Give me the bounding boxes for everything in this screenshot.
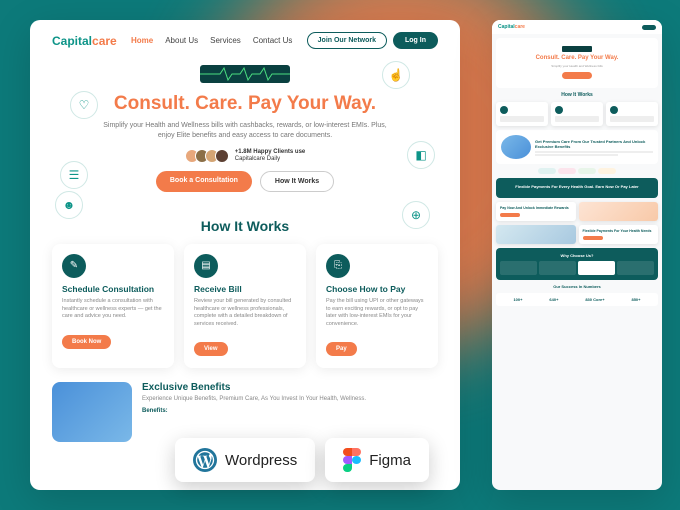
benefits-title: Exclusive Benefits bbox=[142, 382, 366, 393]
pay-button[interactable]: Pay bbox=[326, 342, 357, 356]
main-landing-preview: Capitalcare Home About Us Services Conta… bbox=[30, 20, 460, 490]
figma-icon bbox=[343, 448, 361, 472]
nav-about[interactable]: About Us bbox=[165, 36, 198, 45]
join-network-button[interactable]: Join Our Network bbox=[307, 32, 387, 49]
heartbeat-icon bbox=[562, 46, 592, 52]
user-icon: ☻ bbox=[55, 191, 83, 219]
figma-label: Figma bbox=[369, 452, 411, 469]
wordpress-label: Wordpress bbox=[225, 452, 297, 469]
success-title: Our Success In Numbers bbox=[495, 284, 659, 289]
login-button[interactable] bbox=[642, 25, 656, 30]
choose-pay-card: ⎘ Choose How to Pay Pay the bill using U… bbox=[316, 244, 438, 368]
tool-badges: Wordpress Figma bbox=[175, 438, 429, 482]
stethoscope-icon: ♡ bbox=[70, 91, 98, 119]
card-title: Receive Bill bbox=[194, 284, 296, 294]
feature-card bbox=[617, 261, 654, 275]
login-button[interactable]: Log In bbox=[393, 32, 438, 49]
benefits-section: Exclusive Benefits Experience Unique Ben… bbox=[30, 368, 460, 442]
logo: Capitalcare bbox=[498, 24, 525, 30]
feature-card bbox=[539, 261, 576, 275]
book-consultation-button[interactable]: Book a Consultation bbox=[156, 171, 252, 192]
mini-card bbox=[551, 102, 603, 126]
hero-section: ♡ ☝ ☰ ◧ ☻ ⊕ Consult. Care. Pay Your Way.… bbox=[30, 61, 460, 202]
chip bbox=[578, 168, 596, 174]
site-header: Capitalcare Home About Us Services Conta… bbox=[30, 20, 460, 61]
logo[interactable]: Capitalcare bbox=[52, 34, 117, 48]
benefits-image bbox=[52, 382, 132, 442]
heartbeat-icon bbox=[200, 65, 290, 83]
hero-title: Consult. Care. Pay Your Way. bbox=[70, 93, 420, 115]
chip bbox=[558, 168, 576, 174]
card-desc: Review your bill generated by consulted … bbox=[194, 298, 296, 329]
file-icon: ☰ bbox=[60, 161, 88, 189]
figma-badge[interactable]: Figma bbox=[325, 438, 429, 482]
schedule-card: ✎ Schedule Consultation Instantly schedu… bbox=[52, 244, 174, 368]
nav-home[interactable]: Home bbox=[131, 36, 153, 45]
view-button[interactable]: View bbox=[194, 342, 228, 356]
flex-pay-card: Flexible Payments For Your Health Needs bbox=[579, 225, 659, 244]
benefits-label: Benefits: bbox=[142, 408, 366, 416]
chip bbox=[538, 168, 556, 174]
pay-icon: ⎘ bbox=[326, 254, 350, 278]
feature-card bbox=[500, 261, 537, 275]
chip bbox=[598, 168, 616, 174]
wordpress-icon bbox=[193, 448, 217, 472]
benefits-subtitle: Experience Unique Benefits, Premium Care… bbox=[142, 396, 366, 404]
card-title: Schedule Consultation bbox=[62, 284, 164, 294]
stats-row: 100+ 640+ 830 Core+ 850+ bbox=[496, 293, 658, 306]
receive-bill-card: ▤ Receive Bill Review your bill generate… bbox=[184, 244, 306, 368]
premium-care-section: Get Premium Care From Our Trusted Partne… bbox=[496, 130, 658, 164]
feature-card bbox=[578, 261, 615, 275]
nav-services[interactable]: Services bbox=[210, 36, 241, 45]
full-page-preview: Capitalcare Consult. Care. Pay Your Way.… bbox=[492, 20, 662, 490]
nav-contact[interactable]: Contact Us bbox=[253, 36, 293, 45]
mini-card bbox=[606, 102, 658, 126]
main-nav: Home About Us Services Contact Us bbox=[131, 36, 292, 45]
pay-now-card: Pay Now And Unlock Immediate Rewards bbox=[496, 202, 576, 221]
hero-subtitle: Simplify your Health and Wellness bills bbox=[502, 64, 652, 68]
wordpress-badge[interactable]: Wordpress bbox=[175, 438, 315, 482]
book-button[interactable] bbox=[562, 72, 592, 79]
flexible-payments-banner: Flexible Payments For Every Health Goal.… bbox=[496, 178, 658, 198]
card-desc: Instantly schedule a consultation with h… bbox=[62, 298, 164, 322]
pay-image-card bbox=[579, 202, 659, 221]
medicine-icon: ⊕ bbox=[402, 201, 430, 229]
why-choose-section: Why Choose Us? bbox=[496, 248, 658, 280]
hero-title: Consult. Care. Pay Your Way. bbox=[502, 55, 652, 61]
how-it-works-title: How It Works bbox=[30, 218, 460, 234]
flex-image-card bbox=[496, 225, 576, 244]
card-desc: Pay the bill using UPI or other gateways… bbox=[326, 298, 428, 329]
social-proof: +1.8M Happy Clients useCapitalcare Daily bbox=[70, 149, 420, 163]
calendar-icon: ◧ bbox=[407, 141, 435, 169]
avatar bbox=[215, 149, 229, 163]
book-now-button[interactable]: Book Now bbox=[62, 335, 111, 349]
card-title: Choose How to Pay bbox=[326, 284, 428, 294]
schedule-icon: ✎ bbox=[62, 254, 86, 278]
how-it-works-cards: ✎ Schedule Consultation Instantly schedu… bbox=[30, 244, 460, 368]
hero-subtitle: Simplify your Health and Wellness bills … bbox=[95, 121, 395, 141]
mini-card bbox=[496, 102, 548, 126]
bill-icon: ▤ bbox=[194, 254, 218, 278]
section-title: How It Works bbox=[494, 92, 660, 98]
hand-pointer-icon: ☝ bbox=[382, 61, 410, 89]
how-it-works-button[interactable]: How It Works bbox=[260, 171, 334, 192]
